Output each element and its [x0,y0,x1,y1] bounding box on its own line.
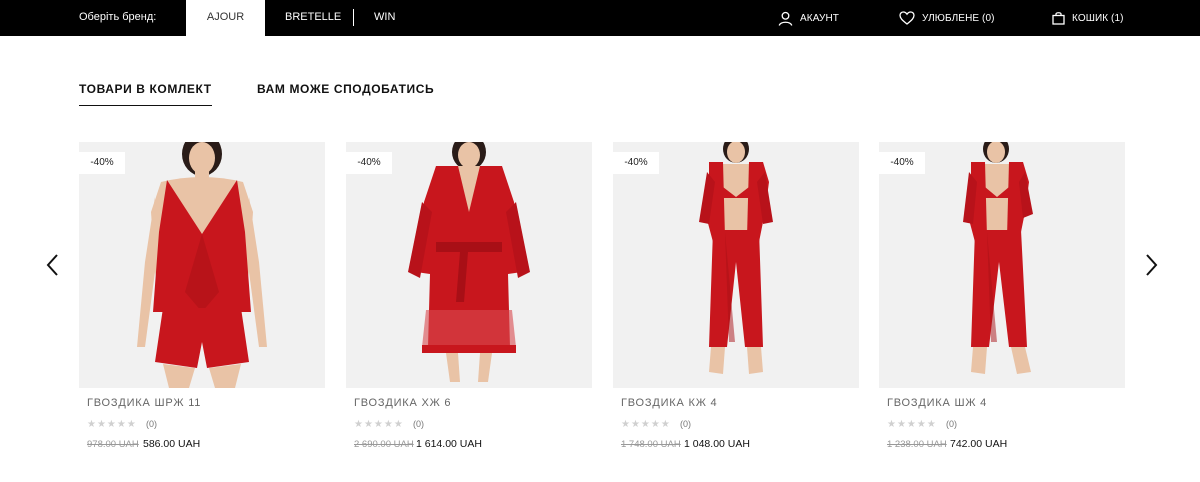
sale-price: 1 048.00 UAH [684,438,750,450]
product-name[interactable]: ГВОЗДИКА ХЖ 6 [354,397,451,409]
brand-select-label: Оберіть бренд: [79,11,157,23]
brand-tab-bretelle[interactable]: BRETELLE [285,0,341,36]
product-image[interactable]: -40% [346,142,592,388]
heart-icon [899,11,915,25]
old-price: 2 690.00 UAH [354,439,414,450]
review-count: (0) [946,419,957,429]
brand-tab-ajour[interactable]: AJOUR [186,0,265,36]
rating-stars: ★★★★★ [621,419,671,430]
sale-price: 742.00 UAH [950,438,1008,450]
shopping-bag-icon [1052,11,1065,25]
product-card[interactable]: -40% ГВОЗДИКА ШЖ 4 ★★★★★ (0) 1 238.00 UA… [879,142,1125,457]
product-name[interactable]: ГВОЗДИКА КЖ 4 [621,397,717,409]
tab-you-may-like[interactable]: ВАМ МОЖЕ СПОДОБАТИСЬ [257,82,434,106]
user-icon [778,11,793,26]
old-price: 1 748.00 UAH [621,439,681,450]
product-image[interactable]: -40% [613,142,859,388]
account-link[interactable]: АКАУНТ [778,0,839,36]
rating-stars: ★★★★★ [87,419,137,430]
chevron-left-icon [42,254,66,282]
product-card[interactable]: -40% ГВОЗДИКА ШРЖ 11 ★★★★★ (0) 978.00 UA… [79,142,325,457]
tab-set-items[interactable]: ТОВАРИ В КОМЛЕКТ [79,82,212,106]
discount-badge: -40% [613,152,659,174]
discount-badge: -40% [879,152,925,174]
product-name[interactable]: ГВОЗДИКА ШРЖ 11 [87,397,201,409]
top-bar: Оберіть бренд: AJOUR BRETELLE WIN АКАУНТ… [0,0,1200,36]
carousel-prev-button[interactable] [42,252,66,278]
brand-divider [353,9,354,26]
account-label: АКАУНТ [800,12,840,24]
sale-price: 586.00 UAH [143,438,201,450]
cart-link[interactable]: КОШИК (1) [1052,0,1124,36]
review-count: (0) [680,419,691,429]
sale-price: 1 614.00 UAH [416,438,482,450]
product-image[interactable]: -40% [879,142,1125,388]
cart-label: КОШИК (1) [1072,12,1124,24]
favorites-link[interactable]: УЛЮБЛЕНЕ (0) [899,0,995,36]
product-name[interactable]: ГВОЗДИКА ШЖ 4 [887,397,987,409]
product-card[interactable]: -40% ГВОЗДИКА КЖ 4 ★★★★★ (0) 1 748.00 UA… [613,142,859,457]
carousel-next-button[interactable] [1139,252,1163,278]
review-count: (0) [146,419,157,429]
discount-badge: -40% [346,152,392,174]
favorites-label: УЛЮБЛЕНЕ (0) [922,12,995,24]
old-price: 1 238.00 UAH [887,439,947,450]
product-image[interactable]: -40% [79,142,325,388]
rating-stars: ★★★★★ [354,419,404,430]
brand-tab-win[interactable]: WIN [374,0,395,36]
rating-stars: ★★★★★ [887,419,937,430]
product-card[interactable]: -40% ГВОЗДИКА ХЖ 6 ★★★★★ (0) 2 690.00 UA… [346,142,592,457]
old-price: 978.00 UAH [87,439,139,450]
chevron-right-icon [1139,254,1163,282]
discount-badge: -40% [79,152,125,174]
review-count: (0) [413,419,424,429]
